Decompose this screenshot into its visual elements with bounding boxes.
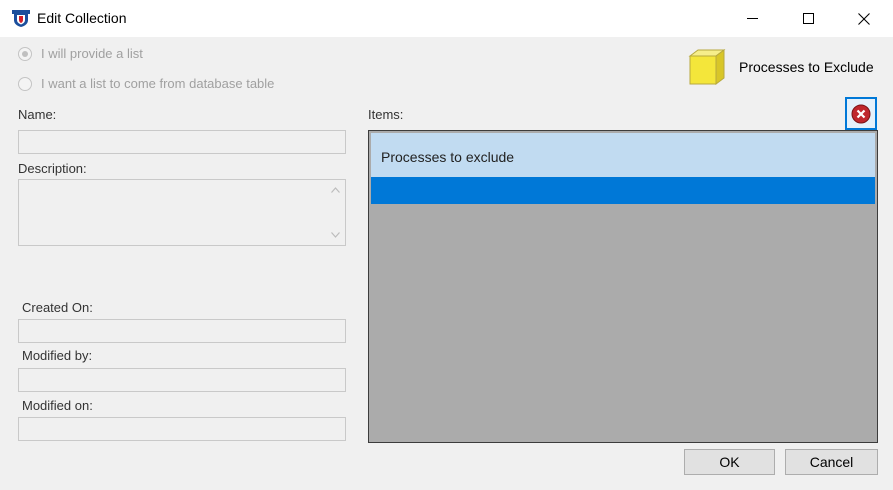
- radio-provide-list-label: I will provide a list: [41, 46, 143, 61]
- scroll-down-icon[interactable]: [331, 232, 340, 238]
- items-label: Items:: [368, 107, 404, 122]
- minimize-button[interactable]: [724, 0, 780, 37]
- minimize-icon: [746, 18, 758, 19]
- modified-on-field[interactable]: [18, 417, 346, 441]
- list-item[interactable]: Processes to exclude: [371, 133, 875, 177]
- remove-item-button[interactable]: [845, 97, 877, 130]
- items-list[interactable]: Processes to exclude: [368, 130, 878, 443]
- name-field[interactable]: [18, 130, 346, 154]
- created-on-field[interactable]: [18, 319, 346, 343]
- collection-name: Processes to Exclude: [739, 59, 874, 75]
- maximize-icon: [802, 13, 814, 24]
- radio-from-table[interactable]: I want a list to come from database tabl…: [18, 76, 274, 91]
- description-field[interactable]: [18, 179, 346, 246]
- scroll-up-icon[interactable]: [331, 187, 340, 193]
- close-icon: [858, 12, 870, 25]
- modified-by-field[interactable]: [18, 368, 346, 392]
- close-button[interactable]: [836, 0, 892, 37]
- description-scrollbar[interactable]: [327, 181, 344, 244]
- list-item-text: Processes to exclude: [381, 149, 515, 165]
- title-bar[interactable]: Edit Collection: [0, 0, 893, 37]
- created-on-label: Created On:: [22, 300, 93, 315]
- maximize-button[interactable]: [780, 0, 836, 37]
- ok-button[interactable]: OK: [684, 449, 775, 475]
- yellow-cube-icon: [688, 49, 726, 85]
- modified-by-label: Modified by:: [22, 348, 93, 363]
- radio-provide-list[interactable]: I will provide a list: [18, 46, 143, 61]
- window-title: Edit Collection: [37, 10, 127, 26]
- cancel-button[interactable]: Cancel: [785, 449, 878, 475]
- list-item-selected[interactable]: [371, 177, 875, 204]
- name-label: Name:: [18, 107, 57, 122]
- app-shield-icon: [12, 10, 30, 27]
- radio-checked-icon: [18, 46, 32, 61]
- edit-collection-window: Edit Collection I will provide a list I …: [0, 0, 893, 490]
- modified-on-label: Modified on:: [22, 398, 93, 413]
- remove-icon: [851, 104, 871, 123]
- radio-from-table-label: I want a list to come from database tabl…: [41, 76, 275, 91]
- radio-unchecked-icon: [18, 76, 32, 91]
- description-label: Description:: [18, 161, 87, 176]
